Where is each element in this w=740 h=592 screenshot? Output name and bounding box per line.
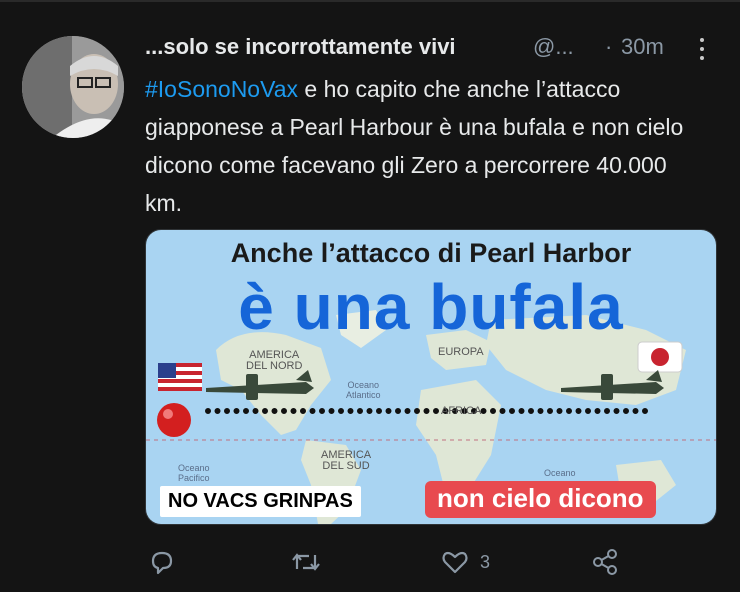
action-bar: 3: [145, 545, 725, 585]
label-africa: AFRICA: [441, 405, 482, 417]
tweet-header: ...solo se incorrottamente vivi @... · 3…: [145, 34, 725, 68]
badge-no-vacs: NO VACS GRINPAS: [160, 486, 361, 517]
label-europe: EUROPA: [438, 346, 484, 358]
more-options-icon[interactable]: [690, 34, 714, 64]
hashtag-link[interactable]: #IoSonoNoVax: [145, 76, 298, 102]
reply-icon: [151, 551, 173, 575]
share-icon: [593, 549, 617, 575]
share-button[interactable]: [590, 545, 620, 579]
label-indian: Oceano: [544, 468, 576, 478]
card-headline: è una bufala: [238, 271, 624, 343]
label-atlantic: Oceano Atlantico: [346, 380, 381, 400]
label-south-america: AMERICA DEL SUD: [321, 449, 372, 472]
like-count: 3: [480, 551, 491, 572]
reply-button[interactable]: [147, 545, 177, 579]
label-pacific: Oceano Pacifico: [178, 463, 210, 483]
like-button[interactable]: 3: [440, 545, 490, 579]
avatar[interactable]: [22, 36, 124, 138]
retweet-button[interactable]: [290, 545, 322, 579]
badge-non-cielo-dicono: non cielo dicono: [425, 481, 656, 518]
tweet-time[interactable]: 30m: [621, 34, 664, 60]
author-name[interactable]: ...solo se incorrottamente vivi: [145, 34, 456, 60]
label-north-america: AMERICA DEL NORD: [246, 350, 302, 372]
author-handle[interactable]: @...: [533, 34, 574, 60]
tweet-image[interactable]: Anche l’attacco di Pearl Harbor è una bu…: [145, 229, 717, 525]
avatar-photo: [22, 36, 124, 138]
top-divider: [0, 0, 740, 2]
separator: ·: [605, 34, 613, 59]
tweet-text: #IoSonoNoVax e ho capito che anche l’att…: [145, 70, 705, 222]
heart-icon: [442, 551, 468, 574]
card-title: Anche l’attacco di Pearl Harbor: [230, 238, 632, 268]
label-text: AMERICA DEL NORD: [246, 349, 303, 372]
retweet-icon: [292, 553, 320, 571]
